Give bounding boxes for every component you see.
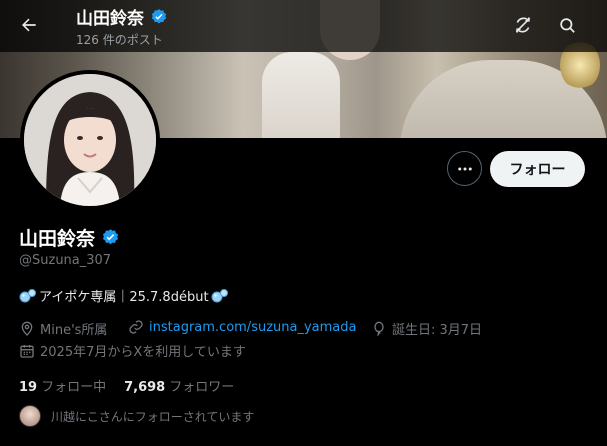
balloon-icon <box>374 321 384 336</box>
sync-slash-icon <box>515 17 531 33</box>
followed-by-text: 川越にこさんにフォローされています <box>51 409 255 424</box>
back-button[interactable] <box>12 8 46 42</box>
followers-link[interactable]: 7,698 フォロワー <box>124 376 234 395</box>
more-horizontal-icon <box>457 167 472 170</box>
verified-badge-icon <box>151 8 167 23</box>
profile-location: Mine's所属 <box>19 319 107 338</box>
following-link[interactable]: 19 フォロー中 <box>19 376 106 395</box>
top-bar: 山田鈴奈 126 件のポスト <box>0 0 607 52</box>
avatar-portrait <box>24 74 156 206</box>
follow-counts: 19 フォロー中 7,698 フォロワー <box>19 376 234 395</box>
profile-link: instagram.com/suzuna_yamada <box>128 319 356 335</box>
search-icon <box>559 17 575 33</box>
profile-name: 山田鈴奈 <box>19 224 120 251</box>
location-text: Mine's所属 <box>40 323 108 338</box>
followers-label: フォロワー <box>169 380 235 395</box>
display-name: 山田鈴奈 <box>19 228 96 250</box>
header-name: 山田鈴奈 <box>76 9 144 29</box>
birthday-text: 誕生日: 3月7日 <box>392 323 483 338</box>
profile-joined: 2025年7月からXを利用しています <box>19 341 246 360</box>
profile-handle: @Suzuna_307 <box>19 253 112 268</box>
follower-avatar <box>19 405 41 427</box>
arrow-left-icon <box>22 18 36 32</box>
bubbles-icon <box>19 288 36 302</box>
search-button[interactable] <box>550 8 584 42</box>
follow-button[interactable]: フォロー <box>490 151 585 187</box>
location-pin-icon <box>21 321 33 336</box>
profile-bio: アイポケ専属｜25.7.8début <box>19 286 229 305</box>
profile-birthday: 誕生日: 3月7日 <box>371 319 482 338</box>
website-link[interactable]: instagram.com/suzuna_yamada <box>149 320 356 335</box>
verified-badge-icon[interactable] <box>101 228 120 247</box>
sync-button[interactable] <box>506 8 540 42</box>
joined-text: 2025年7月からXを利用しています <box>40 345 246 360</box>
bubbles-icon <box>211 288 228 302</box>
following-label: フォロー中 <box>41 380 107 395</box>
banner-figure-top <box>262 52 340 138</box>
header-title: 山田鈴奈 <box>76 4 168 29</box>
avatar[interactable] <box>20 70 160 210</box>
followers-count: 7,698 <box>124 380 166 395</box>
followed-by[interactable]: 川越にこさんにフォローされています <box>19 405 254 427</box>
bio-text: アイポケ専属｜25.7.8début <box>39 290 209 305</box>
calendar-icon <box>20 344 34 358</box>
more-options-button[interactable] <box>447 151 482 186</box>
link-icon <box>129 320 143 334</box>
following-count: 19 <box>19 380 38 395</box>
post-count: 126 件のポスト <box>76 33 163 47</box>
